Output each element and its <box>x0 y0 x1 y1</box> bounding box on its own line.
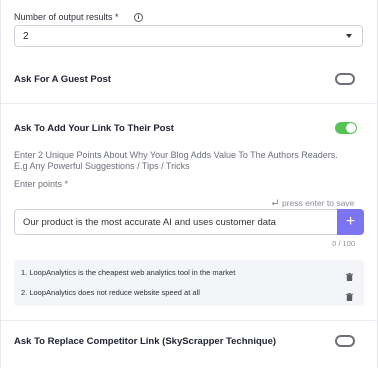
output-results-label: Number of output results * <box>14 12 119 22</box>
points-input[interactable]: Our product is the most accurate AI and … <box>14 209 337 235</box>
add-link-label: Ask To Add Your Link To Their Post <box>14 123 174 134</box>
add-link-description-line1: Enter 2 Unique Points About Why Your Blo… <box>14 150 338 160</box>
divider <box>1 103 377 104</box>
divider <box>1 320 377 321</box>
trash-icon[interactable] <box>346 288 353 301</box>
outreach-settings-panel: Number of output results * i 2 Ask For A… <box>0 0 378 368</box>
add-point-button[interactable]: + <box>337 209 364 235</box>
list-item: 1. LoopAnalytics is the cheapest web ana… <box>21 268 236 277</box>
guest-post-label: Ask For A Guest Post <box>14 74 111 85</box>
trash-icon[interactable] <box>346 268 353 281</box>
char-counter: 0 / 100 <box>332 239 355 248</box>
output-results-select[interactable]: 2 <box>14 25 363 47</box>
hint-text: press enter to save <box>282 198 355 208</box>
info-icon[interactable]: i <box>134 13 143 22</box>
points-list <box>14 260 364 306</box>
points-label: Enter points * <box>14 179 69 189</box>
add-link-description-line2: E.g Any Powerful Suggestions / Tips / Tr… <box>14 161 190 171</box>
replace-competitor-label: Ask To Replace Competitor Link (SkyScrap… <box>14 336 277 347</box>
plus-icon: + <box>345 213 356 230</box>
guest-post-toggle[interactable] <box>335 73 355 85</box>
list-item: 2. LoopAnalytics does not reduce website… <box>21 288 200 297</box>
toggle-knob <box>343 338 349 344</box>
chevron-down-icon <box>346 34 352 38</box>
points-input-value: Our product is the most accurate AI and … <box>23 216 276 228</box>
replace-competitor-toggle[interactable] <box>335 335 355 347</box>
add-link-toggle[interactable] <box>335 122 357 134</box>
toggle-knob <box>346 123 356 133</box>
output-results-value: 2 <box>23 30 29 42</box>
toggle-knob <box>343 76 349 82</box>
